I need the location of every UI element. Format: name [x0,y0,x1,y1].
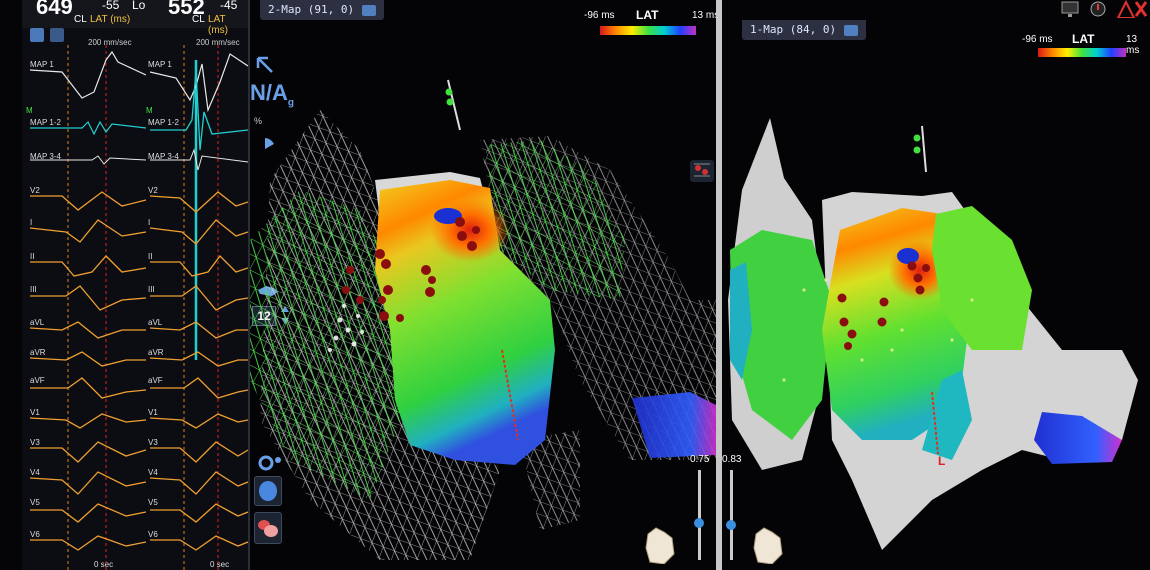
anatomical-map-1[interactable] [722,0,1150,570]
alert-icon[interactable] [1088,0,1108,18]
opacity-slider-knob[interactable] [694,518,704,528]
grid-icon [694,163,710,177]
position-marker-label: L [938,454,946,468]
ecg-traces-left [29,45,146,570]
ecg-traces-right [149,45,248,570]
heart-icon[interactable] [642,524,678,564]
map-view-2[interactable]: 2-Map (91, 0) -96 ms LAT 13 ms N/Ag % 12 [250,0,716,570]
ecg-panel-left: 649 -55 Lo CL LAT (ms) 200 mm/sec MAP 1 … [22,0,148,570]
opacity-slider-track[interactable] [698,470,701,560]
map-settings-widget[interactable] [690,160,714,182]
ecg-panel-right: 552 -45 CL LAT (ms) 200 mm/sec MAP 1 M M… [146,0,250,570]
opacity-value: 0.75 [690,454,710,465]
map-view-1[interactable]: 1-Map (84, 0) -96 ms LAT 13 ms L 0.83 [722,0,1150,570]
opacity-slider-knob[interactable] [726,520,736,530]
anatomical-map-2[interactable] [250,0,716,570]
close-icon[interactable] [1116,0,1148,18]
heart-icon[interactable] [750,524,786,564]
opacity-value: 0.83 [722,454,742,465]
opacity-slider-track[interactable] [730,470,733,560]
monitor-icon[interactable] [1060,0,1080,18]
